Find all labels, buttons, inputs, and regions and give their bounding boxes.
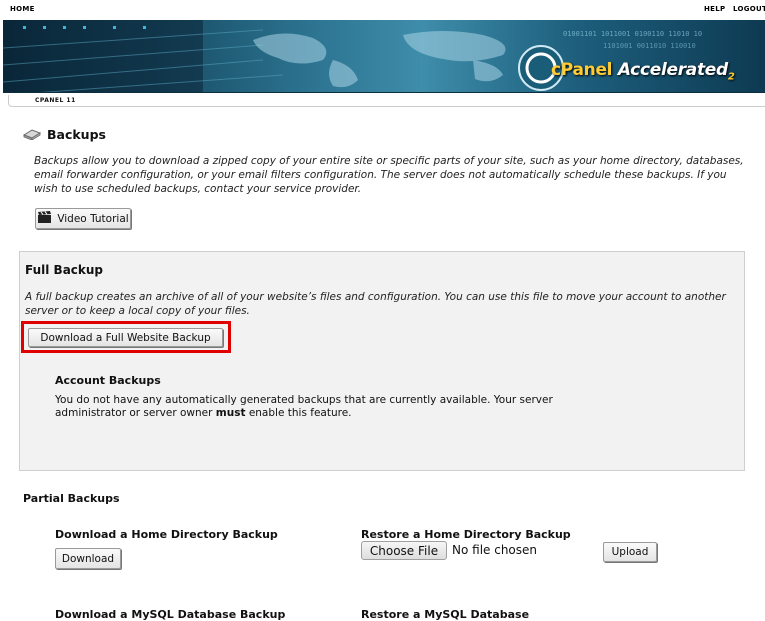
partial-backups-title: Partial Backups xyxy=(23,492,120,505)
version-bar: CPANEL 11 xyxy=(8,95,765,107)
full-backup-title: Full Backup xyxy=(25,263,104,277)
header-banner: 01001101 1011001 0100110 11010 10 110100… xyxy=(3,20,765,93)
svg-text:1101001 0011010 110010: 1101001 0011010 110010 xyxy=(603,42,696,50)
nav-logout-link[interactable]: LOGOUT xyxy=(733,5,765,13)
page-title: Backups xyxy=(47,127,106,142)
nav-home-link[interactable]: HOME xyxy=(10,5,35,13)
version-label: CPANEL 11 xyxy=(35,97,76,104)
account-desc-text-end: enable this feature. xyxy=(245,407,352,419)
nav-help-link[interactable]: HELP xyxy=(704,5,725,13)
full-backup-highlight: Download a Full Website Backup xyxy=(21,321,231,353)
intro-text: Backups allow you to download a zipped c… xyxy=(34,155,744,195)
download-home-backup-button[interactable]: Download xyxy=(55,548,121,569)
download-full-backup-button[interactable]: Download a Full Website Backup xyxy=(28,328,223,347)
no-file-chosen-text: No file chosen xyxy=(452,543,538,557)
cpanel-logo: cPanel Accelerated2 xyxy=(551,60,735,82)
page-header: Backups xyxy=(22,125,106,144)
clapperboard-icon xyxy=(37,211,52,226)
account-backups-title: Account Backups xyxy=(55,374,161,387)
upload-button[interactable]: Upload xyxy=(603,542,657,562)
video-tutorial-label: Video Tutorial xyxy=(57,212,129,225)
svg-text:01001101 1011001 0100110 11010: 01001101 1011001 0100110 11010 10 xyxy=(563,30,702,38)
mysql-restore-title: Restore a MySQL Database xyxy=(361,608,530,621)
video-tutorial-button[interactable]: Video Tutorial xyxy=(35,208,131,229)
home-restore-title: Restore a Home Directory Backup xyxy=(361,528,571,541)
full-backup-panel xyxy=(19,251,745,471)
choose-file-button[interactable]: Choose File xyxy=(361,541,447,560)
mysql-download-title: Download a MySQL Database Backup xyxy=(55,608,286,621)
home-download-title: Download a Home Directory Backup xyxy=(55,528,278,541)
logo-version-sub: 2 xyxy=(727,71,735,83)
account-backups-description: You do not have any automatically genera… xyxy=(55,394,615,420)
logo-accelerated-text: Accelerated xyxy=(617,60,728,80)
full-backup-description: A full backup creates an archive of all … xyxy=(25,291,726,317)
logo-cpanel-text: cPanel xyxy=(551,60,613,80)
top-nav: HOME HELP LOGOUT xyxy=(0,0,765,20)
account-desc-bold: must xyxy=(215,407,246,419)
disk-tray-icon xyxy=(22,125,42,144)
